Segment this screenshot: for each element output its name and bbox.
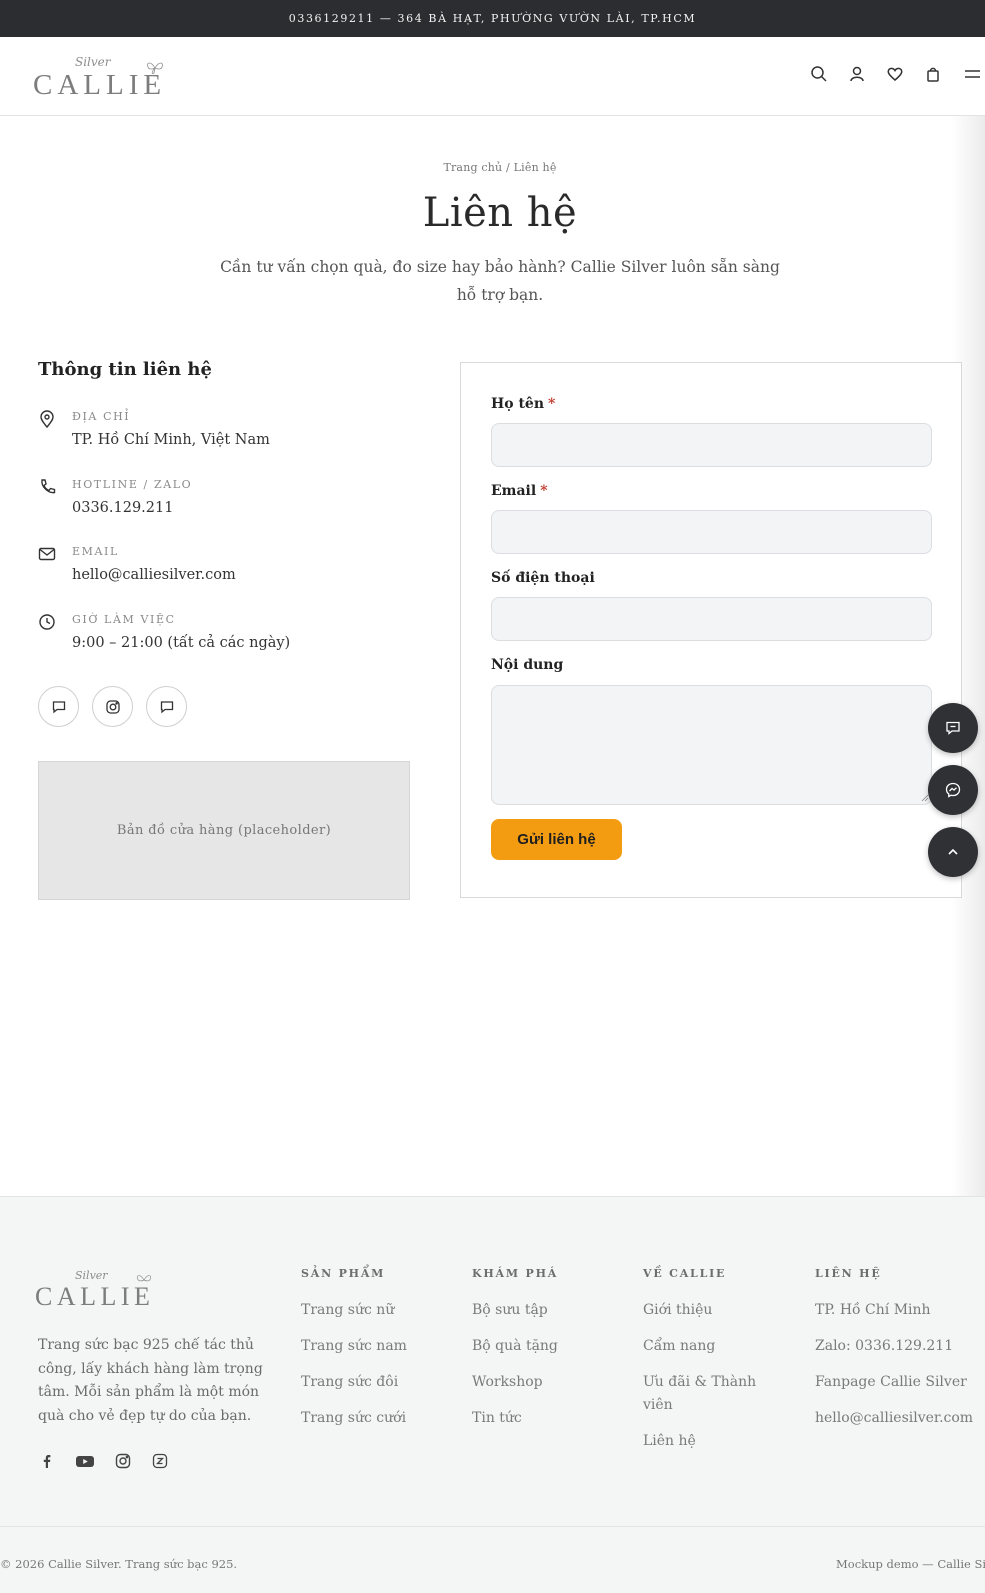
footer-link[interactable]: Workshop — [472, 1371, 637, 1394]
chat-bubble-icon — [52, 700, 65, 713]
footer-column-contact: LIÊN HỆ TP. Hồ Chí Minh Zalo: 0336.129.2… — [815, 1267, 985, 1443]
butterfly-icon — [137, 1275, 151, 1282]
info-value[interactable]: 0336.129.211 — [72, 500, 173, 516]
butterfly-icon — [147, 62, 163, 74]
footer-column-title: VỀ CALLIE — [643, 1267, 727, 1280]
site-logo[interactable]: Silver CALLIE — [33, 55, 168, 101]
map-placeholder-text: Bản đồ cửa hàng (placeholder) — [116, 823, 332, 838]
info-value[interactable]: hello@calliesilver.com — [72, 567, 236, 583]
footer-logo[interactable]: Silver CALLIE — [35, 1269, 165, 1311]
phone-input[interactable] — [491, 597, 932, 641]
info-label: HOTLINE / ZALO — [72, 478, 193, 491]
footer-note: Mockup demo — Callie Silv — [836, 1557, 985, 1571]
footer-link: TP. Hồ Chí Minh — [815, 1302, 931, 1318]
footer-link[interactable]: Trang sức nữ — [301, 1299, 466, 1322]
announcement-text: 0336129211 — 364 BÀ HẠT, PHƯỜNG VƯỜN LÀI… — [288, 12, 697, 25]
email-input[interactable] — [491, 510, 932, 554]
message-textarea[interactable] — [491, 685, 932, 805]
instagram-icon[interactable] — [114, 1452, 132, 1470]
zalo-chat-button[interactable] — [38, 686, 79, 727]
chevron-up-icon — [948, 848, 958, 855]
name-input[interactable] — [491, 423, 932, 467]
footer-link[interactable]: Bộ sưu tập — [472, 1299, 637, 1322]
footer-link[interactable]: hello@calliesilver.com — [815, 1407, 985, 1430]
footer-link[interactable]: Liên hệ — [643, 1430, 773, 1453]
site-header: Silver CALLIE — [0, 37, 985, 116]
account-icon[interactable] — [848, 65, 866, 83]
logo-script-text: Silver — [75, 1269, 108, 1282]
back-to-top-button[interactable] — [928, 827, 978, 877]
instagram-icon — [105, 699, 120, 714]
logo-script-text: Silver — [75, 55, 111, 69]
footer-link[interactable]: Trang sức cưới — [301, 1407, 466, 1430]
cart-bag-icon[interactable] — [924, 65, 942, 83]
copyright-text: © 2026 Callie Silver. Trang sức bạc 925. — [0, 1557, 238, 1571]
phone-label: Số điện thoại — [491, 570, 595, 586]
footer-description: Trang sức bạc 925 chế tác thủ công, lấy … — [38, 1337, 263, 1424]
page-intro: Cần tư vấn chọn quà, đo size hay bảo hàn… — [220, 258, 780, 304]
info-label: GIỜ LÀM VIỆC — [72, 613, 176, 626]
footer-column-about: VỀ CALLIE Giới thiệu Cẩm nang Ưu đãi & T… — [643, 1267, 773, 1466]
footer-column-title: SẢN PHẨM — [301, 1267, 386, 1280]
map-pin-icon — [40, 410, 54, 428]
phone-icon — [41, 479, 56, 494]
footer-column-products: SẢN PHẨM Trang sức nữ Trang sức nam Tran… — [301, 1267, 466, 1443]
email-label: Email * — [491, 483, 548, 499]
site-footer: Silver CALLIE Trang sức bạc 925 chế tác … — [0, 1196, 985, 1593]
footer-link[interactable]: Fanpage Callie Silver — [815, 1371, 985, 1394]
messenger-chat-button[interactable] — [146, 686, 187, 727]
footer-social-links — [38, 1452, 169, 1470]
chat-bubble-icon — [160, 700, 173, 713]
page-title: Liên hệ — [422, 190, 578, 236]
footer-link[interactable]: Giới thiệu — [643, 1299, 773, 1322]
footer-link[interactable]: Tin tức — [472, 1407, 637, 1430]
chat-bubble-icon — [946, 721, 960, 735]
info-value: 9:00 – 21:00 (tất cả các ngày) — [72, 635, 291, 651]
footer-column-explore: KHÁM PHÁ Bộ sưu tập Bộ quà tặng Workshop… — [472, 1267, 637, 1443]
menu-hamburger-icon[interactable] — [962, 65, 980, 83]
clock-icon — [39, 614, 55, 630]
name-label: Họ tên * — [491, 396, 556, 412]
footer-link[interactable]: Cẩm nang — [643, 1335, 773, 1358]
footer-link[interactable]: Zalo: 0336.129.211 — [815, 1335, 985, 1358]
footer-column-title: KHÁM PHÁ — [472, 1267, 559, 1280]
footer-bottom-bar: © 2026 Callie Silver. Trang sức bạc 925.… — [0, 1526, 985, 1593]
footer-link[interactable]: Trang sức nam — [301, 1335, 466, 1358]
info-label: ĐỊA CHỈ — [72, 410, 131, 423]
info-value: TP. Hồ Chí Minh, Việt Nam — [72, 432, 270, 448]
mail-icon — [38, 547, 56, 561]
message-label: Nội dung — [491, 657, 564, 673]
messenger-icon — [945, 782, 961, 798]
header-actions — [810, 65, 980, 83]
wishlist-heart-icon[interactable] — [886, 65, 904, 83]
youtube-icon[interactable] — [75, 1452, 95, 1470]
footer-link[interactable]: Trang sức đôi — [301, 1371, 466, 1394]
footer-column-title: LIÊN HỆ — [815, 1267, 882, 1280]
contact-info-title: Thông tin liên hệ — [38, 359, 212, 380]
zalo-float-button[interactable] — [928, 703, 978, 753]
breadcrumb[interactable]: Trang chủ / Liên hệ — [0, 161, 985, 174]
search-icon[interactable] — [810, 65, 828, 83]
messenger-float-button[interactable] — [928, 765, 978, 815]
footer-link[interactable]: Bộ quà tặng — [472, 1335, 637, 1358]
store-map-placeholder: Bản đồ cửa hàng (placeholder) — [38, 761, 410, 900]
submit-button[interactable]: Gửi liên hệ — [491, 819, 622, 860]
instagram-button[interactable] — [92, 686, 133, 727]
footer-link[interactable]: Ưu đãi & Thành viên — [643, 1371, 773, 1417]
zalo-icon[interactable] — [151, 1452, 169, 1470]
info-label: EMAIL — [72, 545, 119, 558]
social-links — [38, 686, 187, 727]
contact-form: Họ tên * Email * Số điện thoại Nội dung Gử… — [460, 362, 962, 898]
facebook-icon[interactable] — [38, 1452, 56, 1470]
announcement-bar: 0336129211 — 364 BÀ HẠT, PHƯỜNG VƯỜN LÀI… — [0, 0, 985, 37]
